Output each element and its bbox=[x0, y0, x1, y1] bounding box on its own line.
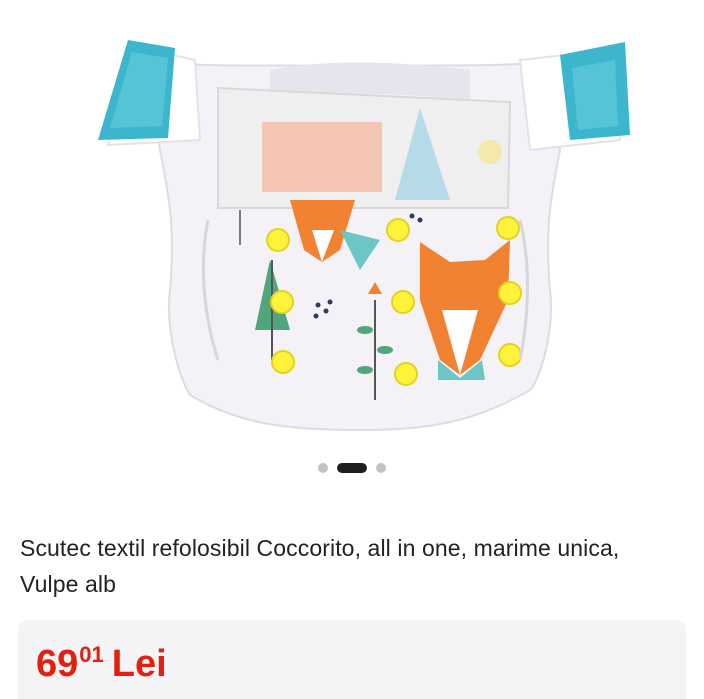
price-currency: Lei bbox=[111, 643, 167, 685]
gallery-pagination[interactable] bbox=[0, 462, 704, 474]
product-title: Scutec textil refolosibil Coccorito, all… bbox=[20, 535, 620, 597]
price-card: 6901 Lei bbox=[18, 620, 686, 699]
product-page: Scutec textil refolosibil Coccorito, all… bbox=[0, 0, 704, 699]
dot-icon[interactable] bbox=[318, 463, 328, 473]
product-gallery[interactable] bbox=[0, 0, 704, 490]
dot-active-icon[interactable] bbox=[337, 463, 367, 473]
dot-icon[interactable] bbox=[376, 463, 386, 473]
product-price: 6901 Lei bbox=[36, 642, 167, 686]
price-decimal: 01 bbox=[79, 642, 104, 667]
price-integer: 69 bbox=[36, 643, 79, 685]
product-image[interactable] bbox=[90, 30, 630, 440]
